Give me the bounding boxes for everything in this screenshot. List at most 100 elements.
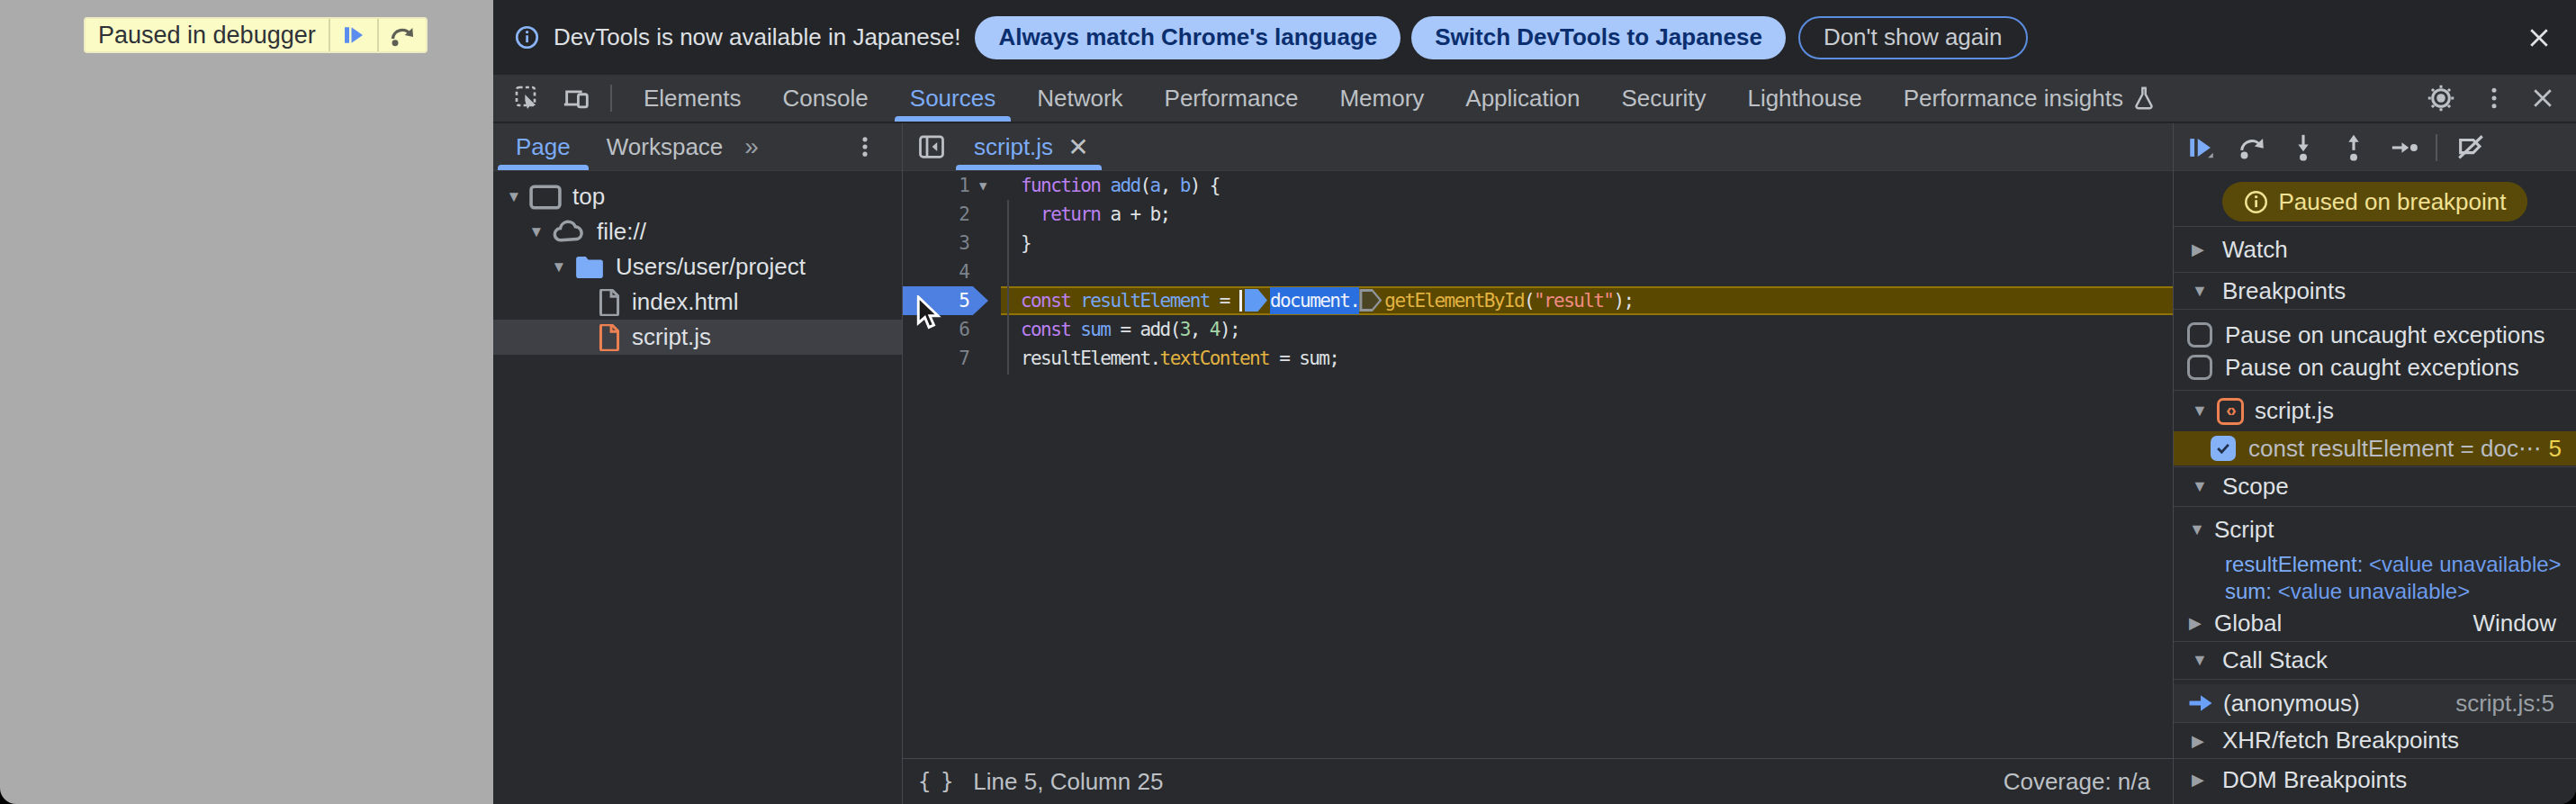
code-line-6[interactable]: 6const sum = add(3, 4); bbox=[903, 315, 2173, 344]
step-over-icon bbox=[388, 21, 417, 50]
switch-devtools-japanese-button[interactable]: Switch DevTools to Japanese bbox=[1411, 16, 1786, 59]
tab-page[interactable]: Page bbox=[498, 123, 589, 170]
tab-console[interactable]: Console bbox=[761, 75, 888, 122]
section-dom-breakpoints[interactable]: ▶DOM Breakpoints bbox=[2174, 759, 2576, 800]
toggle-navigator-icon[interactable] bbox=[918, 133, 945, 160]
section-xhr-breakpoints[interactable]: ▶XHR/fetch Breakpoints bbox=[2174, 723, 2576, 758]
info-icon bbox=[515, 25, 539, 50]
paused-banner-label: Paused in debugger bbox=[86, 22, 329, 50]
devtools-panel: DevTools is now available in Japanese! A… bbox=[493, 0, 2576, 804]
tab-performance-insights[interactable]: Performance insights bbox=[1883, 75, 2176, 122]
step-over-icon[interactable] bbox=[2237, 132, 2267, 163]
step-out-icon[interactable] bbox=[2338, 132, 2369, 163]
inline-step-marker-icon bbox=[1245, 289, 1267, 312]
code-text: const resultElement = document.getElemen… bbox=[1021, 286, 1633, 315]
code-line-3[interactable]: 3} bbox=[903, 229, 2173, 257]
tab-sources[interactable]: Sources bbox=[889, 75, 1016, 122]
tree-item-script-js[interactable]: script.js bbox=[493, 320, 903, 355]
tab-lighthouse[interactable]: Lighthouse bbox=[1726, 75, 1882, 122]
settings-gear-icon[interactable] bbox=[2425, 82, 2457, 114]
expander-icon[interactable]: ▼ bbox=[502, 188, 526, 206]
tab-memory[interactable]: Memory bbox=[1319, 75, 1445, 122]
tab-workspace[interactable]: Workspace bbox=[589, 123, 742, 170]
resume-script-button[interactable] bbox=[329, 19, 377, 51]
step-icon[interactable] bbox=[2390, 132, 2420, 163]
code-text: } bbox=[1021, 229, 1031, 257]
editor-tabstrip: script.js ✕ bbox=[903, 123, 2173, 171]
scope-script-row[interactable]: ▼Script bbox=[2174, 516, 2576, 543]
code-line-7[interactable]: 7resultElement.textContent = sum; bbox=[903, 344, 2173, 373]
line-number[interactable]: 4 bbox=[903, 257, 970, 286]
always-match-language-button[interactable]: Always match Chrome's language bbox=[975, 16, 1401, 59]
inline-step-marker-icon bbox=[1359, 289, 1382, 312]
fold-marker-icon[interactable]: ▼ bbox=[979, 171, 986, 200]
code-text: return a + b; bbox=[1021, 200, 1170, 229]
tab-network[interactable]: Network bbox=[1016, 75, 1143, 122]
paused-in-debugger-banner: Paused in debugger bbox=[84, 17, 428, 53]
page-viewport: Paused in debugger bbox=[0, 0, 493, 804]
infobar-close-icon[interactable] bbox=[2526, 24, 2553, 51]
frame-icon bbox=[529, 185, 562, 210]
breakpoint-group-row[interactable]: ▼ ‹› script.js bbox=[2174, 391, 2576, 431]
pause-uncaught-row[interactable]: Pause on uncaught exceptions bbox=[2174, 319, 2576, 351]
more-tabs-icon[interactable]: » bbox=[744, 132, 755, 161]
tree-item-project-folder[interactable]: ▼ Users/user/project bbox=[493, 249, 903, 285]
tab-application[interactable]: Application bbox=[1445, 75, 1600, 122]
expander-icon[interactable]: ▼ bbox=[525, 223, 548, 241]
tab-close-icon[interactable]: ✕ bbox=[1067, 132, 1088, 162]
devtools-infobar: DevTools is now available in Japanese! A… bbox=[493, 0, 2576, 75]
code-line-5[interactable]: 5const resultElement = document.getEleme… bbox=[903, 286, 2173, 315]
section-watch[interactable]: ▶Watch bbox=[2174, 227, 2576, 272]
line-number[interactable]: 7 bbox=[903, 344, 970, 373]
editor-tab-script-js[interactable]: script.js ✕ bbox=[954, 123, 1103, 170]
tab-security[interactable]: Security bbox=[1601, 75, 1727, 122]
scope-var-row[interactable]: sum: <value unavailable> bbox=[2174, 578, 2576, 605]
script-file-icon: ‹› bbox=[2217, 398, 2244, 425]
info-icon bbox=[2244, 190, 2268, 214]
line-number[interactable]: 1 bbox=[903, 171, 970, 200]
deactivate-breakpoints-icon[interactable] bbox=[2455, 132, 2486, 163]
line-number[interactable]: 2 bbox=[903, 200, 970, 229]
editor-statusbar: { } Line 5, Column 25 Coverage: n/a bbox=[903, 758, 2173, 804]
tab-performance[interactable]: Performance bbox=[1144, 75, 1320, 122]
section-scope[interactable]: ▼Scope bbox=[2174, 467, 2576, 506]
call-stack-frame-row[interactable]: (anonymous) script.js:5 bbox=[2174, 684, 2576, 722]
tree-item-file-protocol[interactable]: ▼ file:// bbox=[493, 214, 903, 249]
scope-global-row[interactable]: ▶Global Window bbox=[2174, 610, 2576, 637]
code-line-4[interactable]: 4 bbox=[903, 257, 2173, 286]
code-editor[interactable]: 1▼function add(a, b) {2 return a + b;3}4… bbox=[903, 171, 2173, 758]
dont-show-again-button[interactable]: Don't show again bbox=[1798, 16, 2028, 59]
scope-var-row[interactable]: resultElement: <value unavailable> bbox=[2174, 551, 2576, 578]
device-toolbar-icon[interactable] bbox=[562, 83, 592, 113]
tree-item-top[interactable]: ▼ top bbox=[493, 179, 903, 214]
resume-script-icon[interactable] bbox=[2186, 132, 2217, 163]
breakpoint-entry-row[interactable]: const resultElement = doc⋯ 5 bbox=[2174, 431, 2576, 465]
step-over-button[interactable] bbox=[377, 19, 426, 51]
inspect-element-icon[interactable] bbox=[513, 84, 542, 113]
navigator-more-icon[interactable] bbox=[852, 134, 878, 159]
tab-elements[interactable]: Elements bbox=[623, 75, 761, 122]
devtools-tabbar: ElementsConsoleSourcesNetworkPerformance… bbox=[493, 75, 2576, 123]
pause-caught-row[interactable]: Pause on caught exceptions bbox=[2174, 351, 2576, 384]
step-into-icon[interactable] bbox=[2288, 132, 2319, 163]
expander-icon[interactable]: ▼ bbox=[547, 258, 571, 276]
code-line-2[interactable]: 2 return a + b; bbox=[903, 200, 2173, 229]
section-breakpoints[interactable]: ▼Breakpoints bbox=[2174, 273, 2576, 309]
checkbox-unchecked[interactable] bbox=[2187, 355, 2212, 380]
checkbox-unchecked[interactable] bbox=[2187, 322, 2212, 348]
section-call-stack[interactable]: ▼Call Stack bbox=[2174, 642, 2576, 679]
line-number[interactable]: 3 bbox=[903, 229, 970, 257]
coverage-label: Coverage: n/a bbox=[2004, 768, 2150, 796]
devtools-close-icon[interactable] bbox=[2529, 85, 2556, 112]
debugger-toolbar bbox=[2174, 123, 2576, 171]
checkbox-checked[interactable] bbox=[2211, 436, 2236, 461]
cloud-icon bbox=[552, 220, 586, 245]
pretty-print-icon[interactable]: { } bbox=[918, 769, 951, 794]
tree-item-index-html[interactable]: index.html bbox=[493, 285, 903, 320]
more-options-icon[interactable] bbox=[2481, 85, 2508, 112]
debugger-sidebar: Paused on breakpoint ▶Watch ▼Breakpoints… bbox=[2174, 171, 2576, 804]
toolbar-divider bbox=[2436, 134, 2437, 161]
paused-on-breakpoint-badge: Paused on breakpoint bbox=[2222, 182, 2528, 221]
infobar-message: DevTools is now available in Japanese! bbox=[554, 23, 960, 51]
code-line-1[interactable]: 1▼function add(a, b) { bbox=[903, 171, 2173, 200]
